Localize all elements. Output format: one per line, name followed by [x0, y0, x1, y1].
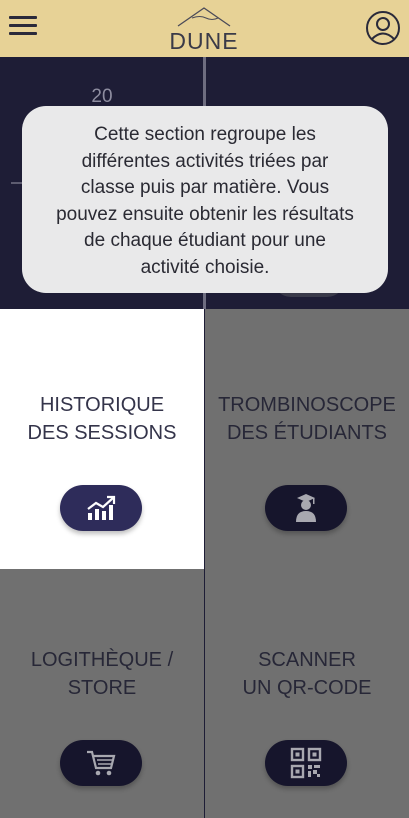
- hamburger-menu-icon[interactable]: [9, 14, 37, 38]
- chart-trend-icon: [87, 495, 116, 520]
- tooltip-line: pouvez ensuite obtenir les résultats: [56, 203, 354, 225]
- logo-text: DUNE: [169, 28, 239, 54]
- tile-qr-scanner[interactable]: SCANNER UN QR-CODE: [205, 569, 409, 818]
- qr-code-icon: [290, 747, 322, 779]
- session-history-button[interactable]: [60, 485, 142, 531]
- dune-logo: DUNE: [164, 4, 244, 54]
- tile-label: TROMBINOSCOPE DES ÉTUDIANTS: [218, 394, 396, 444]
- software-store-button[interactable]: [60, 740, 142, 786]
- graduate-student-icon: [296, 494, 316, 522]
- tooltip-line: différentes activités triées par: [81, 150, 329, 172]
- activity-count: 20: [91, 86, 113, 107]
- tooltip-line: de chaque étudiant pour une: [84, 230, 326, 251]
- tile-session-history[interactable]: HISTORIQUE DES SESSIONS: [0, 309, 204, 569]
- tooltip-line: Cette section regroupe les: [94, 124, 316, 145]
- app-header: DUNE: [0, 0, 409, 57]
- student-directory-button[interactable]: [265, 485, 347, 531]
- tile-label: SCANNER UN QR-CODE: [242, 649, 372, 699]
- help-tooltip[interactable]: Cette section regroupe les différentes a…: [22, 106, 388, 293]
- tile-software-store[interactable]: LOGITHÈQUE / STORE: [0, 569, 204, 818]
- tile-label: LOGITHÈQUE / STORE: [30, 649, 174, 699]
- tile-student-directory[interactable]: TROMBINOSCOPE DES ÉTUDIANTS: [205, 309, 409, 569]
- shopping-cart-icon: [87, 750, 116, 776]
- mountain-logo-icon: [177, 7, 231, 27]
- tooltip-line: activité choisie.: [140, 256, 270, 278]
- qr-scanner-button[interactable]: [265, 740, 347, 786]
- user-profile-icon[interactable]: [365, 10, 401, 46]
- tile-label: HISTORIQUE DES SESSIONS: [27, 394, 177, 444]
- tooltip-line: classe puis par matière. Vous: [80, 177, 330, 198]
